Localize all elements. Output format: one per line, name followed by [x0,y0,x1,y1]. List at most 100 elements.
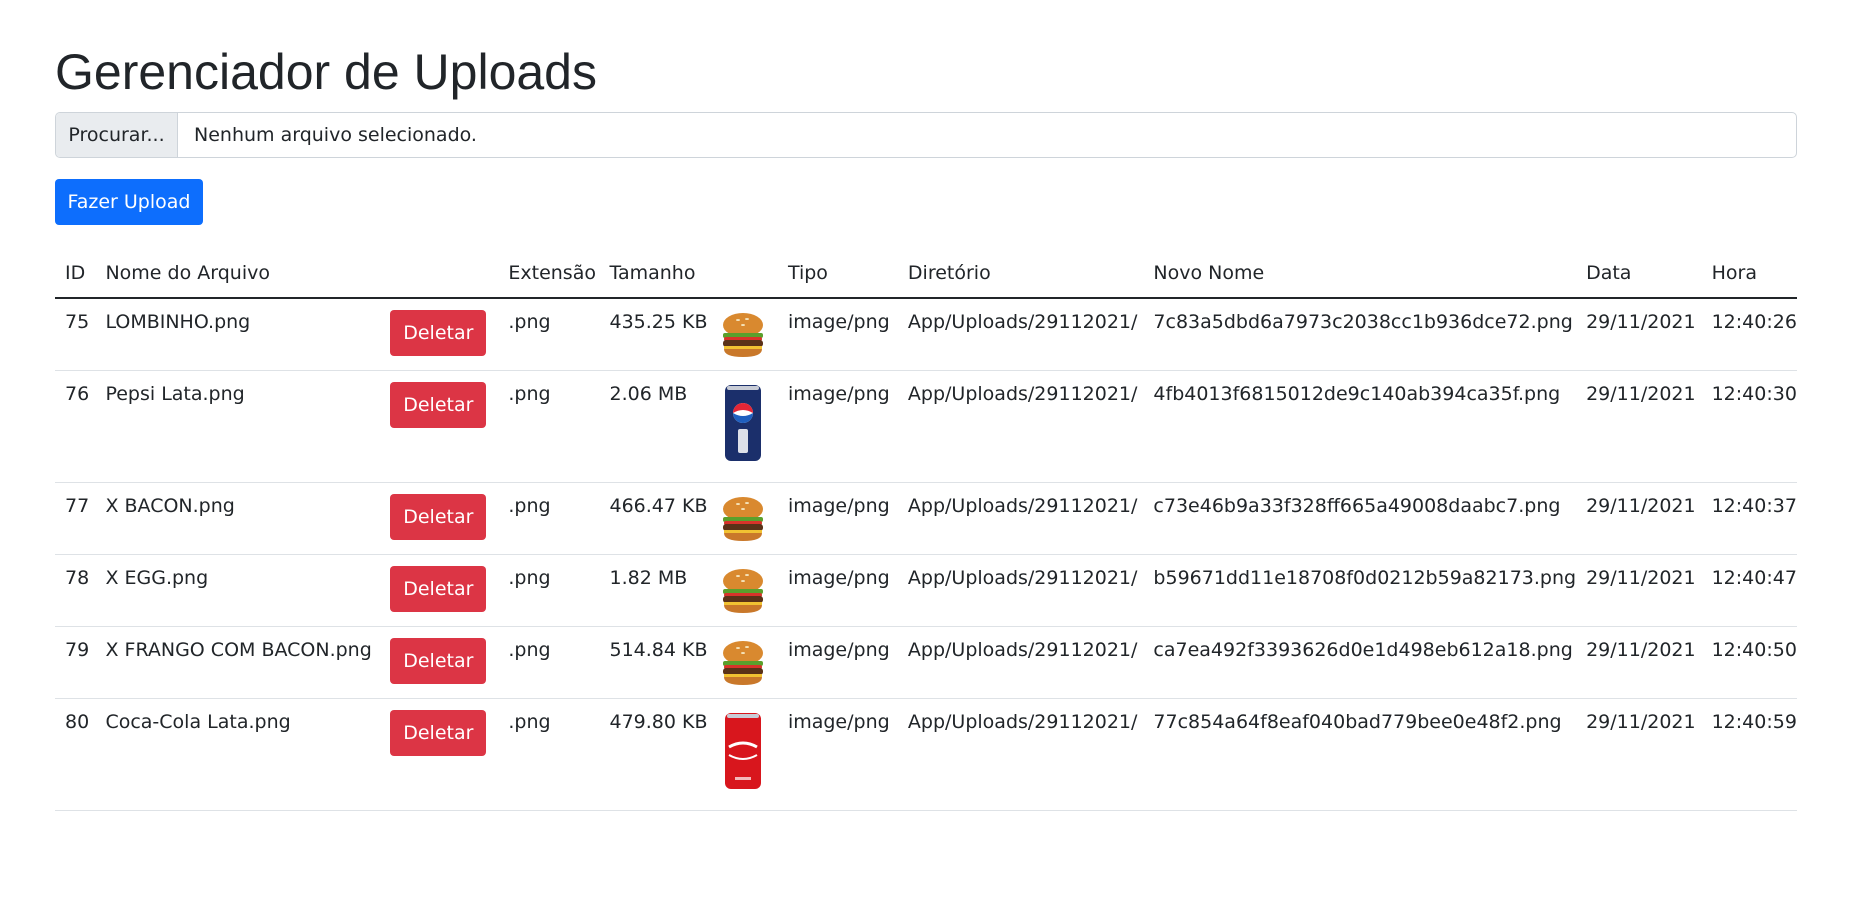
uploads-table: ID Nome do Arquivo Extensão Tamanho Tipo… [55,249,1797,811]
upload-button[interactable]: Fazer Upload [55,179,203,225]
cell-spacer [720,468,778,482]
cell-extension: .png [498,626,600,699]
cell-directory: App/Uploads/29112021/ [897,482,1144,555]
burger-icon [720,567,778,620]
header-new-name: Novo Nome [1143,249,1577,299]
table-row: 78 X EGG.png Deletar .png 1.82 MB image/… [55,554,1797,627]
header-extension: Extensão [498,249,600,299]
cell-new-name: 7c83a5dbd6a7973c2038cc1b936dce72.png [1143,298,1577,371]
cell-filename: X BACON.png [95,482,381,555]
cell-extension: .png [498,370,600,483]
cell-actions: Deletar [380,370,499,483]
cell-time: 12:40:59 [1701,698,1797,811]
cell-extension: .png [498,698,600,811]
cell-time: 12:40:50 [1701,626,1797,699]
delete-button[interactable]: Deletar [390,638,487,684]
cell-thumbnail [709,626,778,699]
table-header-row: ID Nome do Arquivo Extensão Tamanho Tipo… [55,249,1797,299]
cell-filename: LOMBINHO.png [95,298,381,371]
cell-spacer [720,364,778,370]
table-row: 76 Pepsi Lata.png Deletar .png 2.06 MB i… [55,370,1797,483]
header-filename: Nome do Arquivo [95,249,381,299]
cell-time: 12:40:47 [1701,554,1797,627]
cell-type: image/png [777,554,898,627]
cell-actions: Deletar [380,698,499,811]
cell-new-name: b59671dd11e18708f0d0212b59a82173.png [1143,554,1577,627]
cell-filename: X FRANGO COM BACON.png [95,626,381,699]
delete-button[interactable]: Deletar [390,494,487,540]
delete-button[interactable]: Deletar [390,710,487,756]
cell-size: 2.06 MB [599,370,710,483]
burger-icon [720,639,778,692]
cell-date: 29/11/2021 [1576,626,1702,699]
cell-directory: App/Uploads/29112021/ [897,554,1144,627]
cell-date: 29/11/2021 [1576,370,1702,483]
header-size: Tamanho [599,249,710,299]
header-time: Hora [1701,249,1797,299]
table-row: 80 Coca-Cola Lata.png Deletar .png 479.8… [55,698,1797,811]
cell-type: image/png [777,626,898,699]
cell-time: 12:40:30 [1701,370,1797,483]
table-row: 79 X FRANGO COM BACON.png Deletar .png 5… [55,626,1797,699]
table-row: 75 LOMBINHO.png Deletar .png 435.25 KB i… [55,298,1797,371]
delete-button[interactable]: Deletar [390,382,487,428]
file-input[interactable]: Procurar... Nenhum arquivo selecionado. [55,112,1797,158]
browse-button[interactable]: Procurar... [56,113,178,157]
cell-date: 29/11/2021 [1576,554,1702,627]
cell-actions: Deletar [380,482,499,555]
cell-id: 78 [55,554,96,627]
burger-icon [720,495,778,548]
header-thumbnail [709,249,778,299]
cell-date: 29/11/2021 [1576,482,1702,555]
cell-size: 466.47 KB [599,482,710,555]
cell-thumbnail [709,298,778,371]
cell-spacer [720,548,778,554]
cell-thumbnail [709,482,778,555]
cell-directory: App/Uploads/29112021/ [897,626,1144,699]
upload-manager: Gerenciador de Uploads Procurar... Nenhu… [55,0,1797,811]
cell-id: 75 [55,298,96,371]
cell-thumbnail [709,370,778,483]
cell-directory: App/Uploads/29112021/ [897,698,1144,811]
cell-thumbnail [709,554,778,627]
cell-size: 1.82 MB [599,554,710,627]
cell-extension: .png [498,554,600,627]
cell-new-name: 77c854a64f8eaf040bad779bee0e48f2.png [1143,698,1577,811]
cell-actions: Deletar [380,298,499,371]
cell-date: 29/11/2021 [1576,298,1702,371]
coca-cola-can-icon [720,711,778,796]
cell-extension: .png [498,298,600,371]
header-actions [380,249,499,299]
cell-size: 435.25 KB [599,298,710,371]
cell-time: 12:40:26 [1701,298,1797,371]
cell-spacer [720,692,778,698]
pepsi-can-icon [720,383,778,468]
delete-button[interactable]: Deletar [390,566,487,612]
header-id: ID [55,249,96,299]
cell-type: image/png [777,482,898,555]
cell-id: 77 [55,482,96,555]
cell-thumbnail [709,698,778,811]
cell-id: 80 [55,698,96,811]
header-type: Tipo [777,249,898,299]
cell-directory: App/Uploads/29112021/ [897,370,1144,483]
cell-actions: Deletar [380,554,499,627]
table-row: 77 X BACON.png Deletar .png 466.47 KB im… [55,482,1797,555]
header-directory: Diretório [897,249,1144,299]
cell-size: 479.80 KB [599,698,710,811]
cell-filename: X EGG.png [95,554,381,627]
cell-filename: Pepsi Lata.png [95,370,381,483]
cell-new-name: ca7ea492f3393626d0e1d498eb612a18.png [1143,626,1577,699]
cell-type: image/png [777,370,898,483]
cell-extension: .png [498,482,600,555]
delete-button[interactable]: Deletar [390,310,487,356]
cell-date: 29/11/2021 [1576,698,1702,811]
page-title: Gerenciador de Uploads [55,44,597,100]
cell-new-name: 4fb4013f6815012de9c140ab394ca35f.png [1143,370,1577,483]
cell-spacer [720,796,778,810]
file-status-text: Nenhum arquivo selecionado. [194,124,477,146]
cell-time: 12:40:37 [1701,482,1797,555]
cell-new-name: c73e46b9a33f328ff665a49008daabc7.png [1143,482,1577,555]
header-date: Data [1576,249,1702,299]
cell-type: image/png [777,298,898,371]
